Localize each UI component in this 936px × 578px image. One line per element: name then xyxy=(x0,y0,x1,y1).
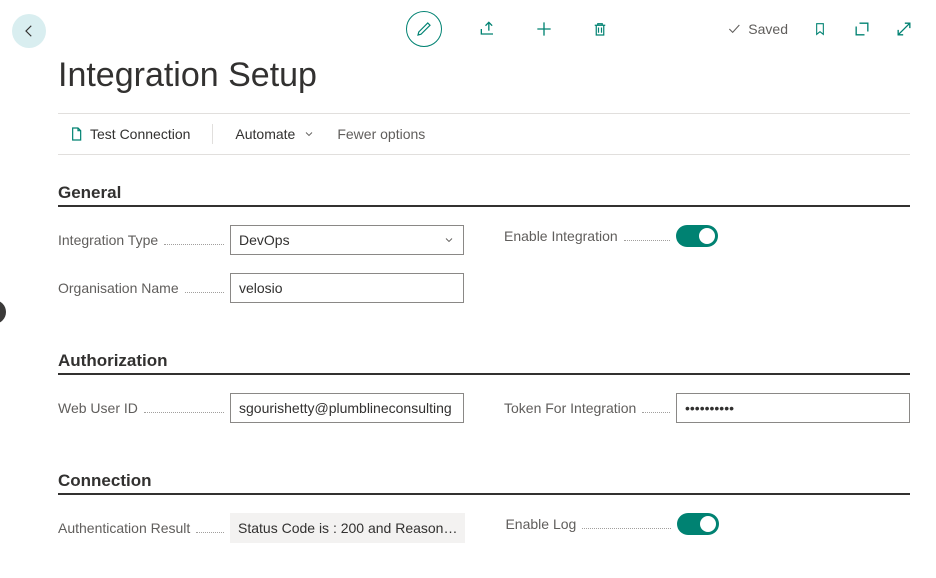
chevron-down-icon xyxy=(443,234,455,246)
separator xyxy=(212,124,213,144)
enable-log-label: Enable Log xyxy=(505,516,576,532)
dots xyxy=(164,244,224,245)
dots xyxy=(624,240,670,241)
auth-result-label: Authentication Result xyxy=(58,520,190,536)
expand-icon[interactable] xyxy=(894,19,914,39)
enable-integration-toggle[interactable] xyxy=(676,225,718,247)
token-input[interactable] xyxy=(676,393,910,423)
enable-log-toggle[interactable] xyxy=(677,513,719,535)
saved-label: Saved xyxy=(748,21,788,37)
chevron-down-icon xyxy=(303,128,315,140)
token-label: Token For Integration xyxy=(504,400,636,416)
action-bar: Test Connection Automate Fewer options xyxy=(58,113,910,155)
section-general-title: General xyxy=(58,183,910,207)
organisation-name-label: Organisation Name xyxy=(58,280,179,296)
integration-type-label: Integration Type xyxy=(58,232,158,248)
section-connection-title: Connection xyxy=(58,471,910,495)
edit-button[interactable] xyxy=(406,11,442,47)
dots xyxy=(185,292,224,293)
organisation-name-input[interactable] xyxy=(230,273,464,303)
fewer-options-link[interactable]: Fewer options xyxy=(337,126,425,142)
dots xyxy=(582,528,671,529)
share-icon[interactable] xyxy=(478,19,498,39)
dots xyxy=(196,532,224,533)
test-connection-action[interactable]: Test Connection xyxy=(68,126,190,142)
section-authorization-title: Authorization xyxy=(58,351,910,375)
dots xyxy=(642,412,670,413)
integration-type-select[interactable]: DevOps xyxy=(230,225,464,255)
popout-icon[interactable] xyxy=(852,19,872,39)
dots xyxy=(144,412,224,413)
delete-icon[interactable] xyxy=(590,19,610,39)
back-button[interactable] xyxy=(12,14,46,48)
web-user-id-input[interactable] xyxy=(230,393,464,423)
automate-menu[interactable]: Automate xyxy=(235,126,315,142)
save-state: Saved xyxy=(726,21,788,37)
page-title: Integration Setup xyxy=(58,56,910,95)
automate-label: Automate xyxy=(235,126,295,142)
enable-integration-label: Enable Integration xyxy=(504,228,618,244)
bookmark-icon[interactable] xyxy=(810,19,830,39)
fewer-options-label: Fewer options xyxy=(337,126,425,142)
auth-result-value: Status Code is : 200 and Reason… xyxy=(230,513,465,543)
new-icon[interactable] xyxy=(534,19,554,39)
test-connection-label: Test Connection xyxy=(90,126,190,142)
integration-type-value: DevOps xyxy=(239,232,290,248)
top-toolbar: Saved xyxy=(0,0,936,50)
web-user-id-label: Web User ID xyxy=(58,400,138,416)
